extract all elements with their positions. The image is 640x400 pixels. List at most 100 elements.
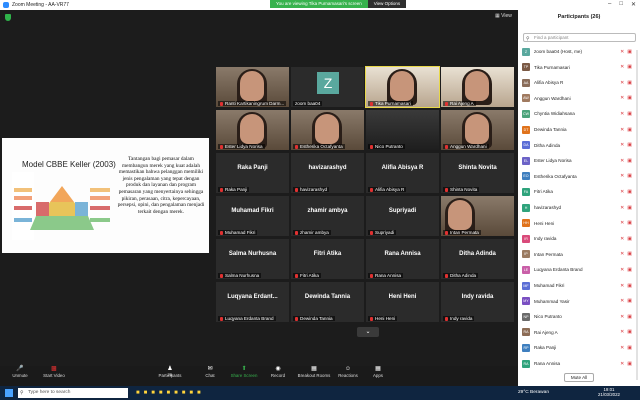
video-off-icon[interactable]: ▣ (627, 298, 632, 304)
scrollbar[interactable] (636, 50, 638, 380)
muted-mic-icon[interactable]: ✕ (620, 220, 624, 226)
participant-search-input[interactable]: ⚲ Find a participant (523, 33, 636, 42)
participant-row[interactable]: CW Chyntia Widiahsana ✕ ▣ (522, 108, 636, 119)
muted-mic-icon[interactable]: ✕ (620, 189, 624, 195)
video-tile[interactable]: Anggun Wardhani (441, 110, 514, 150)
video-off-icon[interactable]: ▣ (627, 251, 632, 257)
participant-row[interactable]: DA Ditha Adinda ✕ ▣ (522, 140, 636, 151)
muted-mic-icon[interactable]: ✕ (620, 111, 624, 117)
video-tile[interactable]: Supriyadi Supriyadi (366, 196, 439, 236)
video-tile[interactable]: Intan Permata (441, 196, 514, 236)
view-button[interactable]: ▦ View (495, 13, 512, 19)
video-off-icon[interactable]: ▣ (627, 267, 632, 273)
video-off-icon[interactable]: ▣ (627, 189, 632, 195)
video-off-icon[interactable]: ▣ (627, 49, 632, 55)
video-off-icon[interactable]: ▣ (627, 205, 632, 211)
video-tile[interactable]: Estherika Octafyanta (291, 110, 364, 150)
muted-mic-icon[interactable]: ✕ (620, 298, 624, 304)
video-off-icon[interactable]: ▣ (627, 361, 632, 367)
muted-mic-icon[interactable]: ✕ (620, 173, 624, 179)
video-off-icon[interactable]: ▣ (627, 142, 632, 148)
view-options-button[interactable]: View Options (367, 0, 407, 8)
participant-row[interactable]: FA Fitri Atika ✕ ▣ (522, 186, 636, 197)
video-tile[interactable]: Raka Panji Raka Panji (216, 153, 289, 193)
muted-mic-icon[interactable]: ✕ (620, 314, 624, 320)
muted-mic-icon[interactable]: ✕ (620, 361, 624, 367)
participant-row[interactable]: Zzoom baa04 (Host, me) ✕ ▣ (522, 46, 636, 57)
muted-mic-icon[interactable]: ✕ (620, 251, 624, 257)
muted-mic-icon[interactable]: ✕ (620, 205, 624, 211)
muted-mic-icon[interactable]: ✕ (620, 64, 624, 70)
muted-mic-icon[interactable]: ✕ (620, 158, 624, 164)
video-tile[interactable]: Salma Nurhusna Salma Nurhusna (216, 239, 289, 279)
video-off-icon[interactable]: ▣ (627, 314, 632, 320)
participant-row[interactable]: IP Intan Permata ✕ ▣ (522, 249, 636, 260)
chevron-down-icon[interactable]: ⌄ (357, 327, 379, 337)
video-off-icon[interactable]: ▣ (627, 80, 632, 86)
muted-mic-icon[interactable]: ✕ (620, 283, 624, 289)
participant-row[interactable]: NP Nico Putranto ✕ ▣ (522, 311, 636, 322)
video-tile[interactable]: Alifia Abisya R Alifia Abisya R (366, 153, 439, 193)
muted-mic-icon[interactable]: ✕ (620, 127, 624, 133)
muted-mic-icon[interactable]: ✕ (620, 95, 624, 101)
participant-row[interactable]: MF Muhamad Fikri ✕ ▣ (522, 280, 636, 291)
video-off-icon[interactable]: ▣ (627, 345, 632, 351)
taskbar-search-input[interactable]: ⚲ Type here to search (18, 388, 128, 398)
video-off-icon[interactable]: ▣ (627, 158, 632, 164)
video-tile[interactable]: Muhamad Fikri Muhamad Fikri (216, 196, 289, 236)
minimize-icon[interactable]: – (608, 1, 611, 8)
video-off-icon[interactable]: ▣ (627, 111, 632, 117)
video-tile-active-speaker[interactable]: Tika Purnamasari (365, 66, 440, 108)
participant-row[interactable]: EL Ester Lidya Norisa ✕ ▣ (522, 155, 636, 166)
windows-start-icon[interactable] (5, 389, 13, 397)
participant-row[interactable]: MY Muhammad Yasir ✕ ▣ (522, 296, 636, 307)
participant-row[interactable]: AW Anggun Wardhani ✕ ▣ (522, 93, 636, 104)
muted-mic-icon[interactable]: ✕ (620, 345, 624, 351)
video-tile[interactable]: Dewinda Tannia Dewinda Tannia (291, 282, 364, 322)
video-tile[interactable]: Ester Lidya Norisa (216, 110, 289, 150)
participant-row[interactable]: RA Rai Ajeng A ✕ ▣ (522, 327, 636, 338)
participant-row[interactable]: RA Rana Annisa ✕ ▣ (522, 358, 636, 369)
video-tile[interactable]: Heni Heni Heni Heni (366, 282, 439, 322)
muted-mic-icon[interactable]: ✕ (620, 49, 624, 55)
participant-row[interactable]: DT Dewinda Tannia ✕ ▣ (522, 124, 636, 135)
video-tile[interactable]: zhamir ambya zhamir ambya (291, 196, 364, 236)
video-tile[interactable]: Nico Putranto (366, 110, 439, 150)
participant-row[interactable]: EO Estherika Octafyanta ✕ ▣ (522, 171, 636, 182)
video-off-icon[interactable]: ▣ (627, 64, 632, 70)
muted-mic-icon[interactable]: ✕ (620, 80, 624, 86)
participant-row[interactable]: RP Raka Panji ✕ ▣ (522, 342, 636, 353)
participant-row[interactable]: LE Luqyana Erdanta Brand ✕ ▣ (522, 264, 636, 275)
video-off-icon[interactable]: ▣ (627, 127, 632, 133)
taskbar-app-icons[interactable]: ■■■■■■■■■ (136, 390, 205, 396)
video-tile[interactable]: Luqyana Erdant... Luqyana Erdanta Brand (216, 282, 289, 322)
muted-mic-icon[interactable]: ✕ (620, 236, 624, 242)
video-off-icon[interactable]: ▣ (627, 283, 632, 289)
video-tile[interactable]: Fitri Atika Fitri Atika (291, 239, 364, 279)
participants-button[interactable]: ♟ 26 Participants (150, 366, 190, 378)
video-off-icon[interactable]: ▣ (627, 220, 632, 226)
video-tile[interactable]: Rai Ajeng A (441, 67, 514, 107)
participant-row[interactable]: AA Alifia Abisya R ✕ ▣ (522, 77, 636, 88)
muted-mic-icon[interactable]: ✕ (620, 142, 624, 148)
apps-button[interactable]: ▦ Apps (358, 366, 398, 378)
video-tile[interactable]: Shinta Novita Shinta Novita (441, 153, 514, 193)
security-shield-icon[interactable] (5, 14, 11, 21)
maximize-icon[interactable]: □ (619, 1, 623, 8)
record-button[interactable]: ◉ Record (258, 366, 298, 378)
video-off-icon[interactable]: ▣ (627, 329, 632, 335)
muted-mic-icon[interactable]: ✕ (620, 267, 624, 273)
video-tile[interactable]: Rana Annisa Rana Annisa (366, 239, 439, 279)
video-tile[interactable]: Zzoom baa04 (291, 67, 364, 107)
video-tile[interactable]: havizarashyd havizarashyd (291, 153, 364, 193)
mute-all-button[interactable]: Mute All (563, 373, 595, 382)
muted-mic-icon[interactable]: ✕ (620, 329, 624, 335)
participant-row[interactable]: Hhavizarashyd ✕ ▣ (522, 202, 636, 213)
video-off-icon[interactable]: ▣ (627, 95, 632, 101)
start-video-button[interactable]: ▩ Start Video (34, 366, 74, 378)
video-off-icon[interactable]: ▣ (627, 173, 632, 179)
participant-row[interactable]: HH Heni Heni ✕ ▣ (522, 218, 636, 229)
participant-row[interactable]: TP Tika Purnamasari ✕ ▣ (522, 62, 636, 73)
video-tile[interactable]: Indy ravida Indy ravida (441, 282, 514, 322)
participant-row[interactable]: IR Indy ravida ✕ ▣ (522, 233, 636, 244)
